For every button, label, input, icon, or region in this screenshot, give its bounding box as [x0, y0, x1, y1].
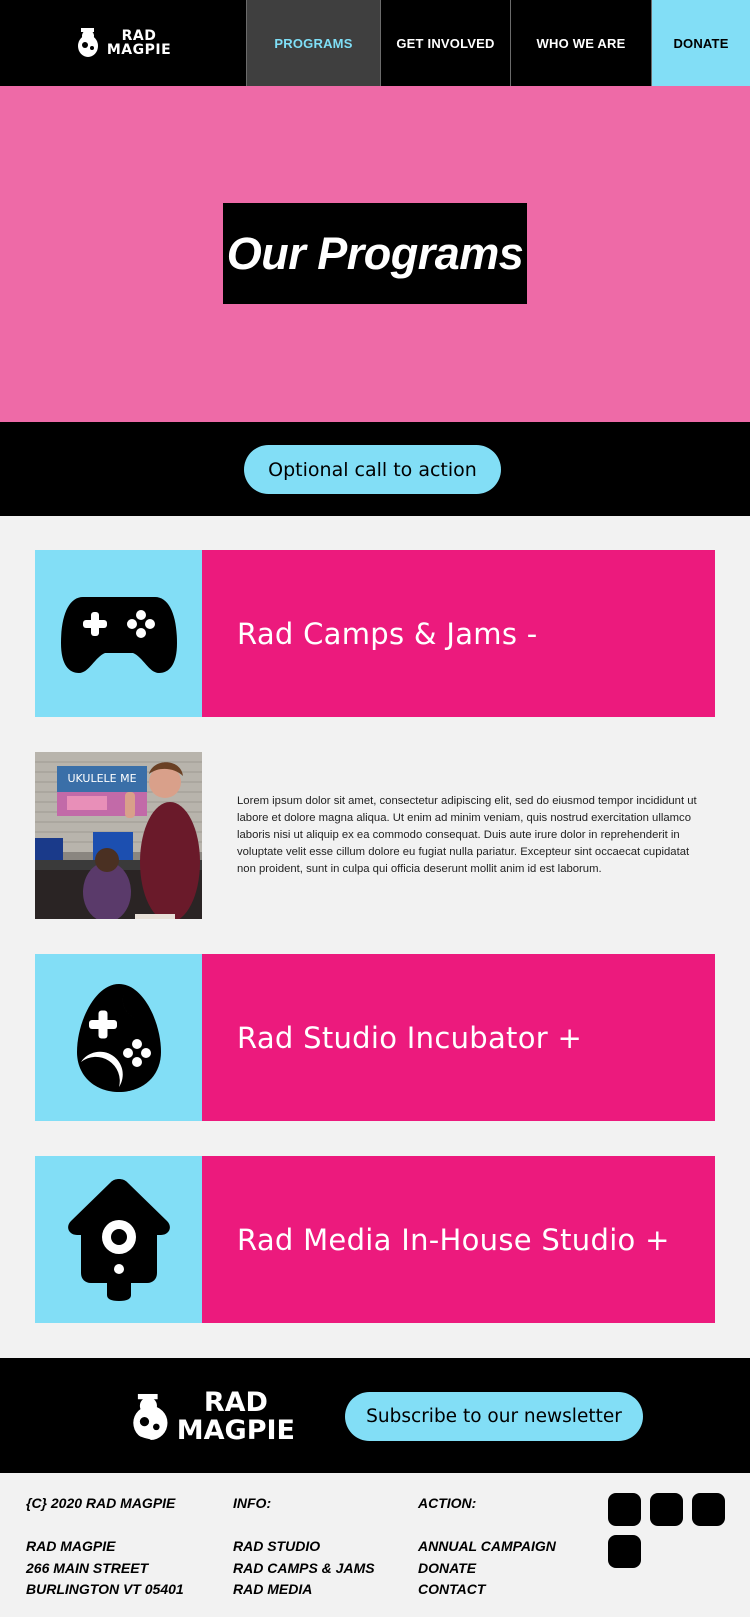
top-nav: RAD MAGPIE PROGRAMS GET INVOLVED WHO WE … — [0, 0, 750, 86]
nav-donate[interactable]: DONATE — [651, 0, 750, 86]
nav-programs[interactable]: PROGRAMS — [246, 0, 380, 86]
footer-col-action: ACTION: ANNUAL CAMPAIGN DONATE CONTACT — [418, 1493, 556, 1601]
gamepad-icon — [60, 596, 177, 673]
program-title: Rad Studio Incubator + — [237, 1020, 583, 1055]
copyright-text: {C} 2020 RAD MAGPIE — [26, 1495, 176, 1511]
footer-brand-name: RAD MAGPIE — [176, 1387, 295, 1446]
action-heading: ACTION: — [418, 1495, 477, 1511]
address-line: BURLINGTON VT 05401 — [26, 1581, 184, 1597]
program-title: Rad Camps & Jams - — [237, 616, 538, 651]
program-details-camps: UKULELE ME Lorem ipsum dolor sit amet, c… — [35, 752, 715, 919]
magpie-logo-icon — [130, 1393, 168, 1441]
magpie-logo-icon — [77, 28, 98, 57]
photo-banner-text: UKULELE ME — [67, 772, 136, 785]
program-description: Lorem ipsum dolor sit amet, consectetur … — [237, 795, 697, 875]
footer-link-contact[interactable]: CONTACT — [418, 1579, 556, 1601]
social-icon[interactable] — [608, 1535, 641, 1568]
hero-banner: Our Programs — [0, 86, 750, 422]
program-card-incubator[interactable]: Rad Studio Incubator + — [35, 954, 715, 1121]
subscribe-button[interactable]: Subscribe to our newsletter — [345, 1392, 643, 1441]
footer-col-info: INFO: RAD STUDIO RAD CAMPS & JAMS RAD ME… — [233, 1493, 375, 1601]
footer-logo[interactable]: RAD MAGPIE — [130, 1380, 295, 1454]
nav-get-involved[interactable]: GET INVOLVED — [380, 0, 510, 86]
egg-icon — [76, 983, 161, 1092]
footer: {C} 2020 RAD MAGPIE RAD MAGPIE 266 MAIN … — [0, 1473, 750, 1617]
footer-col-address: {C} 2020 RAD MAGPIE RAD MAGPIE 266 MAIN … — [26, 1493, 184, 1601]
social-icon[interactable] — [608, 1493, 641, 1526]
social-icon[interactable] — [692, 1493, 725, 1526]
footer-link-rad-studio[interactable]: RAD STUDIO — [233, 1536, 375, 1558]
info-heading: INFO: — [233, 1495, 272, 1511]
brand-logo[interactable]: RAD MAGPIE — [0, 0, 246, 86]
address-line: 266 MAIN STREET — [26, 1559, 149, 1576]
program-title-cell: Rad Media In-House Studio + — [202, 1156, 715, 1323]
cta-band: Optional call to action — [0, 422, 750, 516]
footer-link-annual-campaign[interactable]: ANNUAL CAMPAIGN — [418, 1536, 556, 1558]
program-title-cell: Rad Camps & Jams - — [202, 550, 715, 717]
footer-link-rad-camps[interactable]: RAD CAMPS & JAMS — [233, 1558, 375, 1580]
program-photo: UKULELE ME — [35, 752, 202, 919]
nav-who-we-are[interactable]: WHO WE ARE — [510, 0, 651, 86]
program-icon-cell — [35, 550, 202, 717]
program-title: Rad Media In-House Studio + — [237, 1222, 670, 1257]
address-line: RAD MAGPIE — [26, 1538, 116, 1554]
page-title: Our Programs — [226, 227, 524, 279]
program-icon-cell — [35, 954, 202, 1121]
social-icon[interactable] — [650, 1493, 683, 1526]
birdhouse-icon — [67, 1178, 170, 1301]
cta-button[interactable]: Optional call to action — [244, 445, 501, 494]
program-card-camps[interactable]: Rad Camps & Jams - — [35, 550, 715, 717]
hero-title-box: Our Programs — [223, 203, 527, 304]
program-icon-cell — [35, 1156, 202, 1323]
footer-band: RAD MAGPIE Subscribe to our newsletter — [0, 1358, 750, 1473]
program-card-media[interactable]: Rad Media In-House Studio + — [35, 1156, 715, 1323]
brand-name: RAD MAGPIE — [106, 28, 172, 58]
footer-link-donate[interactable]: DONATE — [418, 1558, 556, 1580]
footer-link-rad-media[interactable]: RAD MEDIA — [233, 1579, 375, 1601]
program-title-cell: Rad Studio Incubator + — [202, 954, 715, 1121]
